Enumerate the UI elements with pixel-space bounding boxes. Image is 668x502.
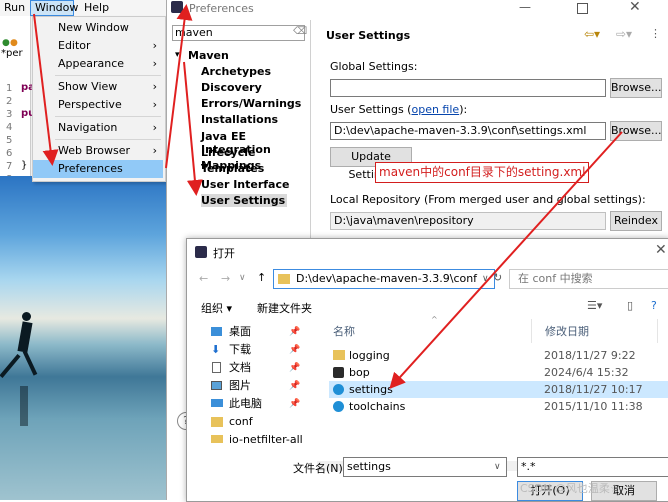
arrow-maven-to-user-settings <box>184 62 196 192</box>
arrow-preferences-to-dialog <box>166 8 186 168</box>
arrow-browse-to-settings <box>392 132 622 386</box>
annotation-arrows <box>0 0 668 500</box>
arrow-window-to-preferences <box>34 14 52 162</box>
